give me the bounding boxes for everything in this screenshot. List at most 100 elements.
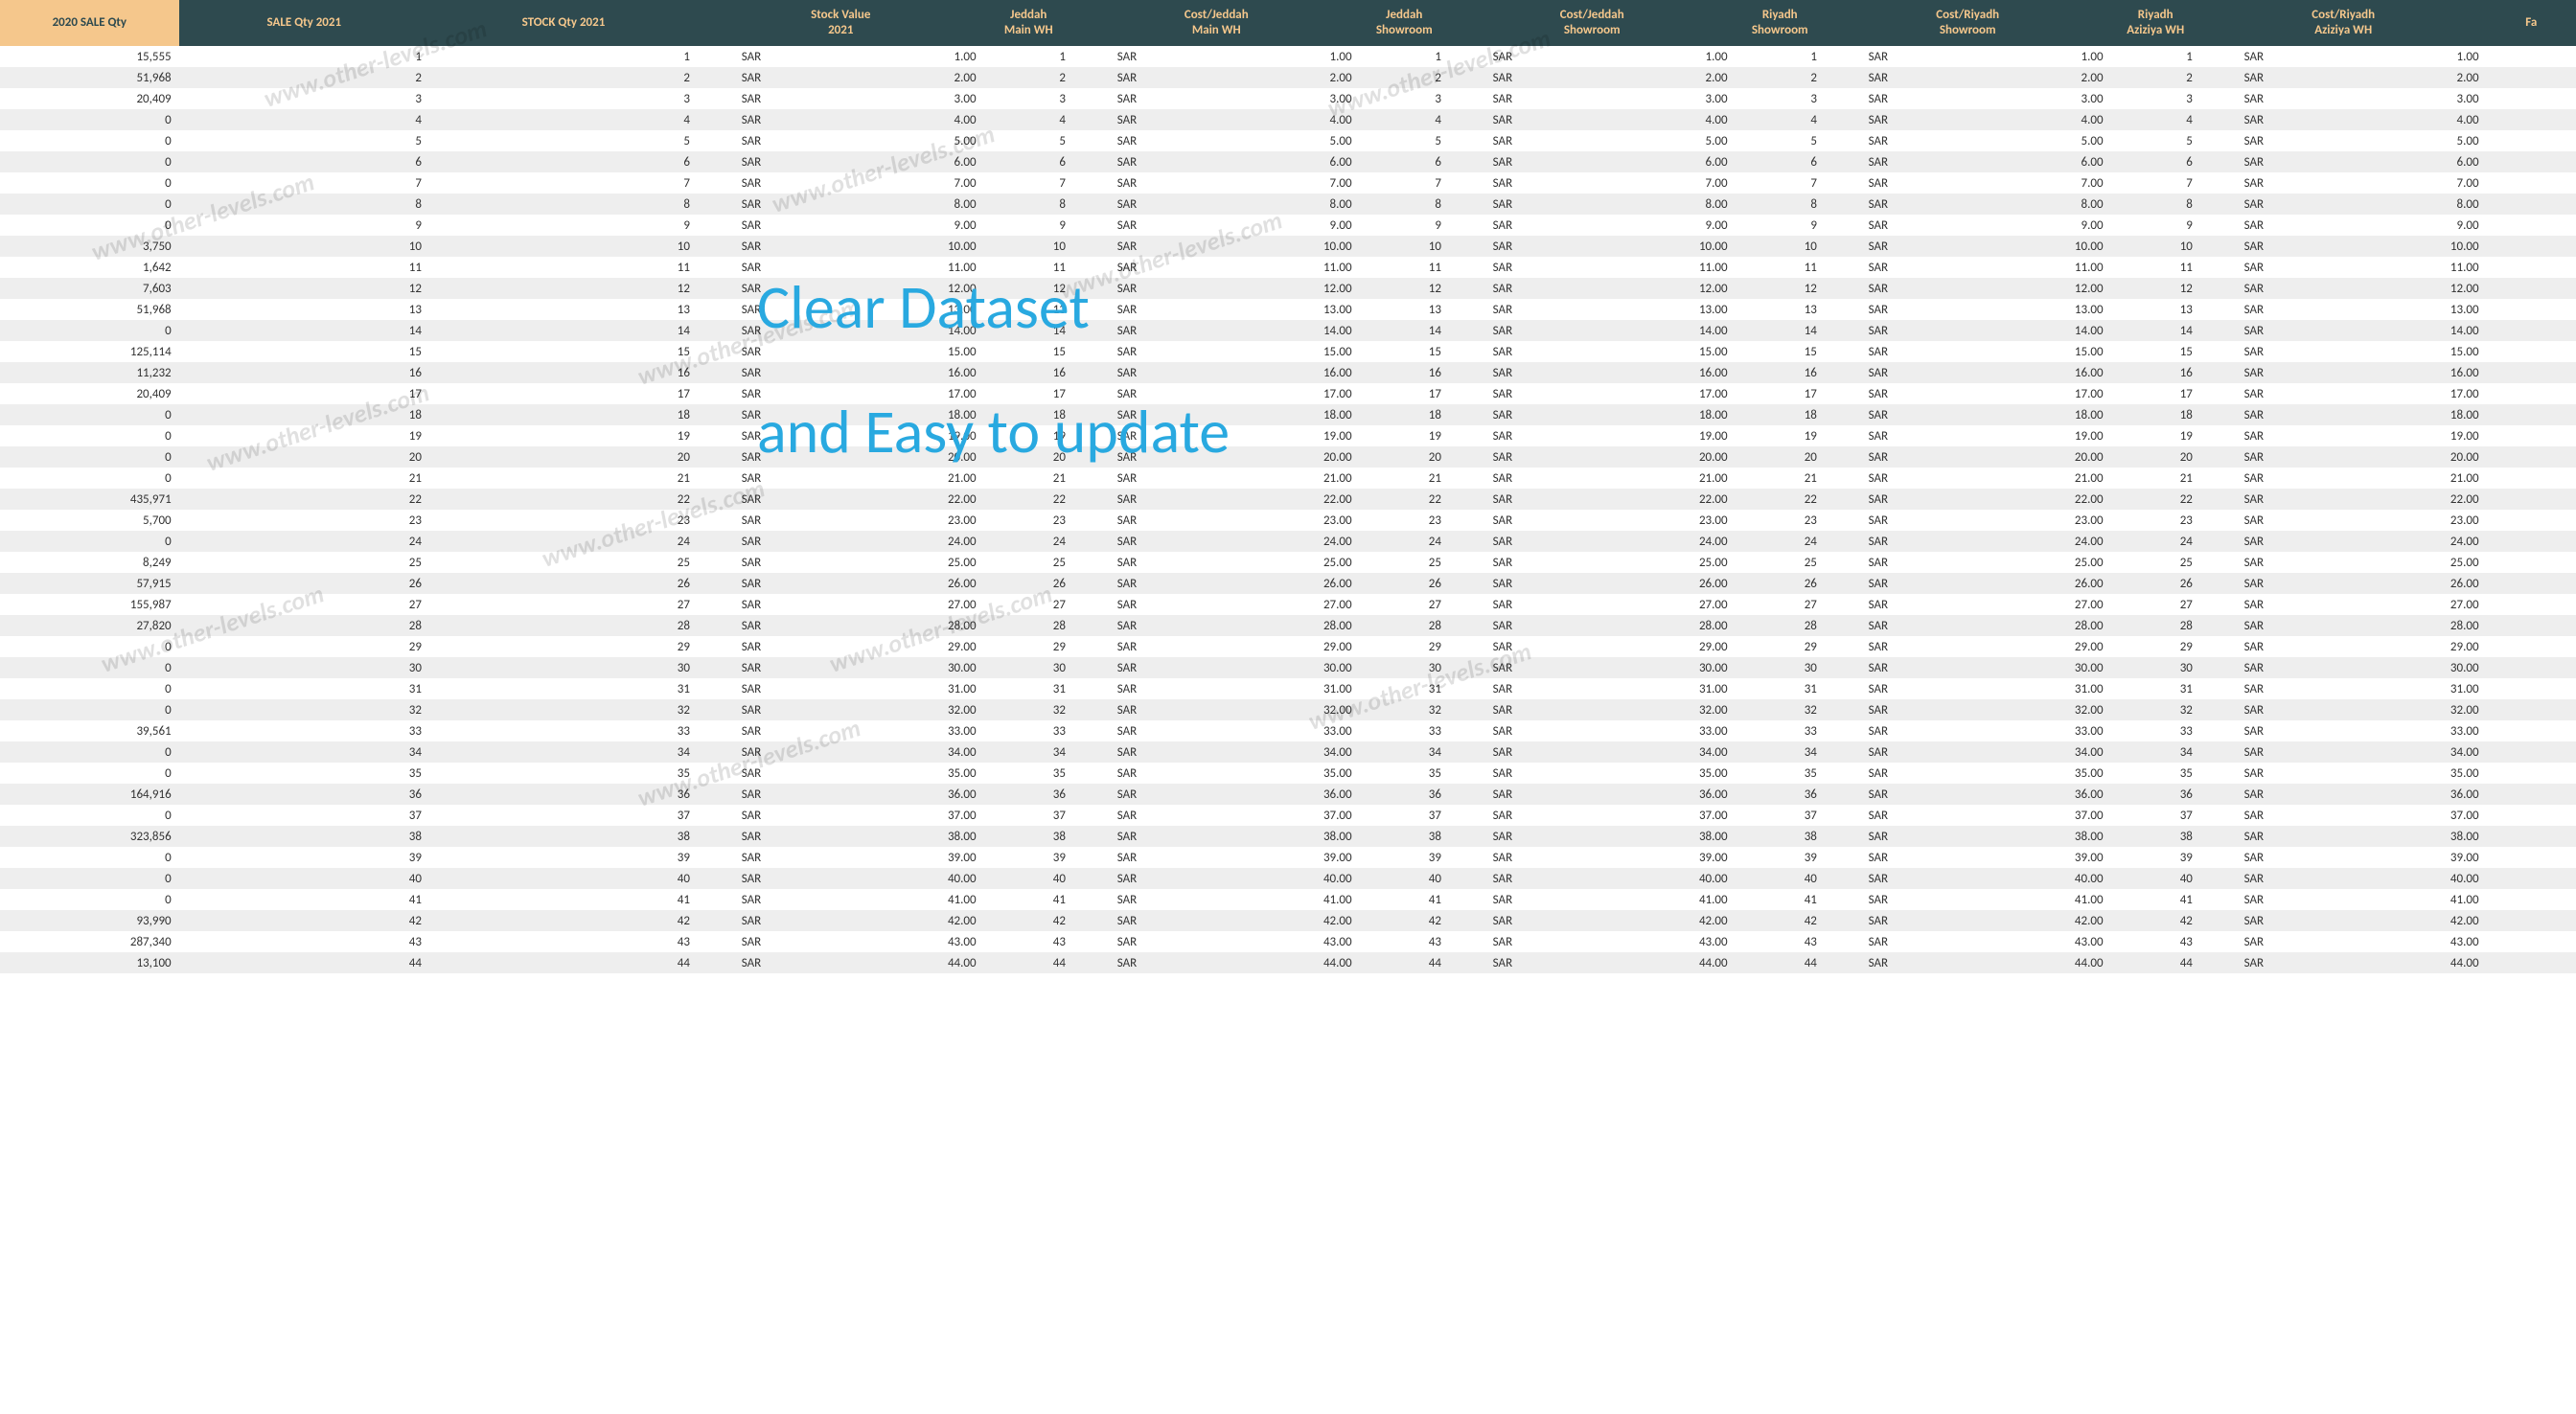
cell-riyadh-showroom[interactable]: 20 [1736, 446, 1825, 468]
cell-cost-jeddah-showroom[interactable]: 21.00 [1556, 468, 1736, 489]
cell-cost-jeddah-main-wh[interactable]: 8.00 [1181, 194, 1360, 215]
cell-riyadh-showroom[interactable]: 7 [1736, 172, 1825, 194]
header-cost-riyadh-aziziya-wh[interactable]: Cost/RiyadhAziziya WH [2200, 0, 2487, 46]
cell-currency[interactable]: SAR [1449, 636, 1556, 657]
cell-riyadh-aziziya-wh[interactable]: 11 [2111, 257, 2200, 278]
cell-fa[interactable] [2487, 278, 2576, 299]
cell-jeddah-main-wh[interactable]: 3 [984, 88, 1073, 109]
cell-2020-sale-qty[interactable]: 51,968 [0, 299, 179, 320]
cell-cost-jeddah-main-wh[interactable]: 13.00 [1181, 299, 1360, 320]
cell-riyadh-aziziya-wh[interactable]: 8 [2111, 194, 2200, 215]
cell-cost-jeddah-showroom[interactable]: 28.00 [1556, 615, 1736, 636]
cell-currency[interactable]: SAR [1825, 868, 1932, 889]
cell-currency[interactable]: SAR [1825, 46, 1932, 67]
cell-cost-jeddah-main-wh[interactable]: 21.00 [1181, 468, 1360, 489]
cell-currency[interactable]: SAR [1825, 531, 1932, 552]
cell-currency[interactable]: SAR [2200, 299, 2308, 320]
cell-jeddah-showroom[interactable]: 7 [1360, 172, 1449, 194]
cell-cost-riyadh-showroom[interactable]: 21.00 [1932, 468, 2111, 489]
cell-cost-jeddah-main-wh[interactable]: 36.00 [1181, 784, 1360, 805]
spreadsheet-table[interactable]: 2020 SALE Qty SALE Qty 2021 STOCK Qty 20… [0, 0, 2576, 973]
cell-currency[interactable]: SAR [1073, 636, 1181, 657]
cell-currency[interactable]: SAR [1073, 741, 1181, 763]
cell-fa[interactable] [2487, 910, 2576, 931]
cell-currency[interactable]: SAR [1449, 678, 1556, 699]
cell-currency[interactable]: SAR [1073, 657, 1181, 678]
cell-currency[interactable]: SAR [1449, 552, 1556, 573]
cell-stock-qty-2021[interactable]: 26 [429, 573, 698, 594]
cell-fa[interactable] [2487, 657, 2576, 678]
cell-currency[interactable]: SAR [1073, 299, 1181, 320]
cell-jeddah-showroom[interactable]: 20 [1360, 446, 1449, 468]
cell-jeddah-showroom[interactable]: 1 [1360, 46, 1449, 67]
table-row[interactable]: 51,9681313SAR13.0013SAR13.0013SAR13.0013… [0, 299, 2576, 320]
cell-jeddah-showroom[interactable]: 27 [1360, 594, 1449, 615]
cell-currency[interactable]: SAR [1449, 236, 1556, 257]
cell-fa[interactable] [2487, 446, 2576, 468]
cell-currency[interactable]: SAR [698, 172, 805, 194]
cell-currency[interactable]: SAR [1073, 699, 1181, 720]
table-row[interactable]: 03434SAR34.0034SAR34.0034SAR34.0034SAR34… [0, 741, 2576, 763]
cell-fa[interactable] [2487, 468, 2576, 489]
cell-cost-riyadh-showroom[interactable]: 8.00 [1932, 194, 2111, 215]
cell-currency[interactable]: SAR [698, 531, 805, 552]
cell-riyadh-aziziya-wh[interactable]: 16 [2111, 362, 2200, 383]
cell-fa[interactable] [2487, 88, 2576, 109]
cell-stock-value-2021[interactable]: 38.00 [805, 826, 984, 847]
cell-riyadh-showroom[interactable]: 36 [1736, 784, 1825, 805]
cell-jeddah-showroom[interactable]: 44 [1360, 952, 1449, 973]
cell-currency[interactable]: SAR [698, 847, 805, 868]
cell-cost-jeddah-showroom[interactable]: 29.00 [1556, 636, 1736, 657]
cell-cost-jeddah-showroom[interactable]: 26.00 [1556, 573, 1736, 594]
cell-currency[interactable]: SAR [698, 657, 805, 678]
cell-jeddah-showroom[interactable]: 22 [1360, 489, 1449, 510]
cell-cost-riyadh-aziziya-wh[interactable]: 29.00 [2308, 636, 2487, 657]
cell-stock-qty-2021[interactable]: 25 [429, 552, 698, 573]
cell-cost-riyadh-showroom[interactable]: 44.00 [1932, 952, 2111, 973]
cell-cost-riyadh-showroom[interactable]: 38.00 [1932, 826, 2111, 847]
table-row[interactable]: 155,9872727SAR27.0027SAR27.0027SAR27.002… [0, 594, 2576, 615]
cell-cost-riyadh-aziziya-wh[interactable]: 7.00 [2308, 172, 2487, 194]
cell-2020-sale-qty[interactable]: 0 [0, 847, 179, 868]
cell-cost-jeddah-showroom[interactable]: 5.00 [1556, 130, 1736, 151]
cell-currency[interactable]: SAR [1073, 46, 1181, 67]
cell-stock-value-2021[interactable]: 26.00 [805, 573, 984, 594]
cell-sale-qty-2021[interactable]: 17 [179, 383, 429, 404]
cell-riyadh-aziziya-wh[interactable]: 32 [2111, 699, 2200, 720]
header-2020-sale-qty[interactable]: 2020 SALE Qty [0, 0, 179, 46]
cell-jeddah-main-wh[interactable]: 20 [984, 446, 1073, 468]
cell-jeddah-showroom[interactable]: 10 [1360, 236, 1449, 257]
cell-jeddah-showroom[interactable]: 15 [1360, 341, 1449, 362]
table-row[interactable]: 03131SAR31.0031SAR31.0031SAR31.0031SAR31… [0, 678, 2576, 699]
table-row[interactable]: 15,55511SAR1.001SAR1.001SAR1.001SAR1.001… [0, 46, 2576, 67]
cell-currency[interactable]: SAR [1825, 383, 1932, 404]
cell-cost-riyadh-aziziya-wh[interactable]: 30.00 [2308, 657, 2487, 678]
cell-2020-sale-qty[interactable]: 93,990 [0, 910, 179, 931]
cell-cost-jeddah-showroom[interactable]: 9.00 [1556, 215, 1736, 236]
cell-stock-value-2021[interactable]: 9.00 [805, 215, 984, 236]
cell-cost-riyadh-aziziya-wh[interactable]: 10.00 [2308, 236, 2487, 257]
table-row[interactable]: 03030SAR30.0030SAR30.0030SAR30.0030SAR30… [0, 657, 2576, 678]
table-row[interactable]: 01919SAR19.0019SAR19.0019SAR19.0019SAR19… [0, 425, 2576, 446]
cell-cost-jeddah-main-wh[interactable]: 2.00 [1181, 67, 1360, 88]
cell-currency[interactable]: SAR [1073, 383, 1181, 404]
cell-currency[interactable]: SAR [2200, 805, 2308, 826]
cell-riyadh-aziziya-wh[interactable]: 31 [2111, 678, 2200, 699]
cell-riyadh-showroom[interactable]: 18 [1736, 404, 1825, 425]
cell-stock-qty-2021[interactable]: 30 [429, 657, 698, 678]
cell-cost-riyadh-showroom[interactable]: 2.00 [1932, 67, 2111, 88]
cell-currency[interactable]: SAR [1073, 194, 1181, 215]
table-row[interactable]: 066SAR6.006SAR6.006SAR6.006SAR6.006SAR6.… [0, 151, 2576, 172]
cell-cost-riyadh-aziziya-wh[interactable]: 33.00 [2308, 720, 2487, 741]
cell-currency[interactable]: SAR [1449, 446, 1556, 468]
cell-fa[interactable] [2487, 362, 2576, 383]
cell-currency[interactable]: SAR [1825, 278, 1932, 299]
cell-2020-sale-qty[interactable]: 0 [0, 868, 179, 889]
cell-sale-qty-2021[interactable]: 43 [179, 931, 429, 952]
cell-stock-value-2021[interactable]: 13.00 [805, 299, 984, 320]
table-row[interactable]: 1,6421111SAR11.0011SAR11.0011SAR11.0011S… [0, 257, 2576, 278]
cell-currency[interactable]: SAR [1073, 826, 1181, 847]
cell-riyadh-showroom[interactable]: 32 [1736, 699, 1825, 720]
header-cost-riyadh-showroom[interactable]: Cost/RiyadhShowroom [1825, 0, 2111, 46]
cell-currency[interactable]: SAR [1825, 257, 1932, 278]
